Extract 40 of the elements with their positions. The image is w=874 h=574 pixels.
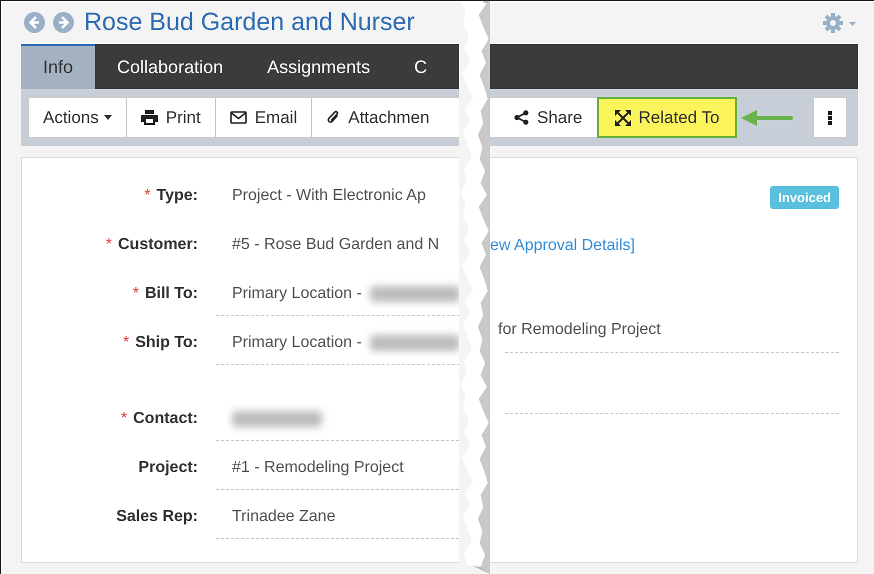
envelope-icon xyxy=(230,111,247,124)
expand-arrows-icon xyxy=(614,110,631,126)
field-value: #1 - Remodeling Project xyxy=(232,458,404,476)
field-value: #5 - Rose Bud Garden and N xyxy=(232,236,440,254)
field-label: Customer: xyxy=(118,236,198,254)
field-label: Sales Rep: xyxy=(116,508,198,526)
tab[interactable]: C xyxy=(392,44,450,89)
related-to-button[interactable]: Related To xyxy=(597,97,737,138)
required-asterisk: * xyxy=(106,236,112,254)
paperclip-icon xyxy=(326,109,340,126)
actions-dropdown[interactable]: Actions xyxy=(28,97,127,138)
tab[interactable]: Info xyxy=(21,44,96,89)
tab[interactable]: Collaboration xyxy=(95,44,246,89)
field-label: Type: xyxy=(156,187,198,205)
tab[interactable]: Assignments xyxy=(245,44,392,89)
share-icon xyxy=(514,110,529,125)
description-text: for Remodeling Project xyxy=(498,321,662,340)
status-badge: Invoiced xyxy=(770,186,839,209)
share-button[interactable]: Share xyxy=(490,97,598,138)
page-title: Rose Bud Garden and Nurser xyxy=(84,8,415,37)
field-value: Project - With Electronic Ap xyxy=(232,186,426,204)
field-value: Primary Location - xyxy=(232,334,362,352)
field-value: Trinadee Zane xyxy=(232,508,336,526)
printer-icon xyxy=(140,110,158,125)
attach-button[interactable]: Attachmen xyxy=(311,97,459,138)
required-asterisk: * xyxy=(132,285,139,303)
vertical-dots-icon xyxy=(828,110,832,124)
field-label: Contact: xyxy=(133,410,198,428)
required-asterisk: * xyxy=(120,410,128,428)
field-label: Bill To: xyxy=(144,285,198,303)
print-button[interactable]: Print xyxy=(126,97,216,138)
settings-icon[interactable] xyxy=(822,12,856,34)
more-options-button[interactable] xyxy=(813,97,847,138)
required-asterisk: * xyxy=(144,187,151,205)
required-asterisk: * xyxy=(122,334,130,352)
field-label: Project: xyxy=(138,459,198,477)
field-value: Primary Location - xyxy=(232,284,362,302)
email-button[interactable]: Email xyxy=(214,97,312,138)
callout-arrow xyxy=(741,110,793,126)
field-label: Ship To: xyxy=(135,334,198,352)
